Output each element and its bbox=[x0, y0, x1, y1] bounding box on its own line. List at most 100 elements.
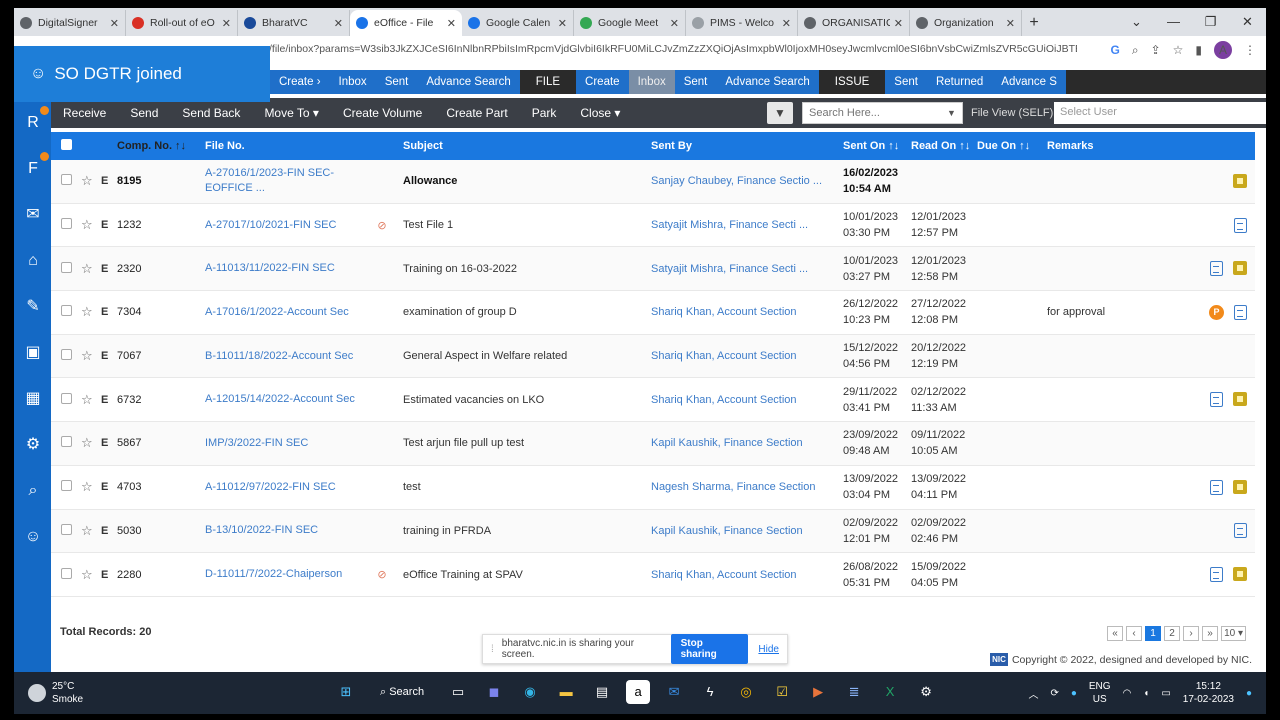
tab-close-icon[interactable]: ✕ bbox=[110, 17, 119, 30]
row-checkbox[interactable] bbox=[51, 261, 81, 276]
pager-button[interactable]: » bbox=[1202, 626, 1219, 641]
folder-icon[interactable] bbox=[1233, 174, 1247, 189]
toolbar-action-button[interactable]: Move To ▾ bbox=[252, 98, 331, 128]
sent-by[interactable]: Sanjay Chaubey, Finance Sectio ... bbox=[645, 175, 837, 187]
toolbar-action-button[interactable]: Close ▾ bbox=[568, 98, 632, 128]
sent-by[interactable]: Shariq Khan, Account Section bbox=[645, 569, 837, 581]
document-icon[interactable] bbox=[1210, 261, 1223, 277]
nav-item[interactable]: Returned bbox=[926, 70, 993, 94]
tab-close-icon[interactable]: ✕ bbox=[558, 17, 567, 30]
store-icon[interactable]: ▤ bbox=[590, 680, 614, 704]
table-row[interactable]: ☆ E 5867 IMP/3/2022-FIN SEC Test arjun file … bbox=[51, 422, 1255, 466]
row-checkbox[interactable] bbox=[51, 436, 81, 450]
sent-by[interactable]: Satyajit Mishra, Finance Secti ... bbox=[645, 219, 837, 231]
tab-close-icon[interactable]: ✕ bbox=[894, 17, 903, 30]
select-all-checkbox[interactable] bbox=[51, 139, 81, 153]
chevron-up-icon[interactable]: ︿ bbox=[1028, 686, 1038, 701]
nav-item[interactable]: Advance S bbox=[992, 70, 1066, 94]
taskbar-search[interactable]: ⌕ Search bbox=[370, 680, 434, 704]
task-view-icon[interactable]: ▭ bbox=[446, 680, 470, 704]
hide-link[interactable]: Hide bbox=[758, 644, 779, 655]
subject[interactable]: eOffice Training at SPAV bbox=[397, 569, 645, 581]
close-window-button[interactable]: ✕ bbox=[1229, 8, 1266, 36]
folder-icon[interactable] bbox=[1233, 479, 1247, 494]
star-icon[interactable]: ☆ bbox=[81, 261, 101, 277]
notepad-icon[interactable]: ≣ bbox=[842, 680, 866, 704]
browser-tab[interactable]: Google Calen ✕ bbox=[462, 10, 574, 36]
nav-item[interactable]: Advance Search bbox=[417, 70, 520, 94]
sent-by[interactable]: Kapil Kaushik, Finance Section bbox=[645, 525, 837, 537]
row-checkbox[interactable] bbox=[51, 349, 81, 363]
zoom-icon[interactable]: ⌕ bbox=[1132, 43, 1139, 58]
header-due-on[interactable]: Due On ↑↓ bbox=[977, 140, 1043, 152]
browser-tab[interactable]: eOffice - File ✕ bbox=[350, 10, 462, 36]
new-tab-button[interactable]: + bbox=[1022, 10, 1046, 36]
star-icon[interactable]: ☆ bbox=[81, 304, 101, 320]
report-icon[interactable]: ▦ bbox=[20, 386, 46, 412]
document-icon[interactable] bbox=[1210, 392, 1223, 408]
folder-icon[interactable] bbox=[1233, 392, 1247, 407]
file-no-link[interactable]: A-27017/10/2021-FIN SEC bbox=[201, 218, 367, 233]
winamp-icon[interactable]: ϟ bbox=[698, 680, 722, 704]
toolbar-action-button[interactable]: Create Part bbox=[434, 98, 519, 128]
toolbar-action-button[interactable]: Send Back bbox=[170, 98, 252, 128]
volume-icon[interactable]: ◖ bbox=[1143, 688, 1149, 699]
nav-item[interactable]: Advance Search bbox=[716, 70, 819, 94]
notes-icon[interactable]: ✎ bbox=[20, 294, 46, 320]
user-settings-icon[interactable]: ☺ bbox=[20, 524, 46, 550]
table-row[interactable]: ☆ E 7304 A-17016/1/2022-Account Sec examinat… bbox=[51, 291, 1255, 335]
file-no-link[interactable]: A-11013/11/2022-FIN SEC bbox=[201, 261, 367, 276]
star-icon[interactable]: ☆ bbox=[81, 348, 101, 364]
folder-icon[interactable] bbox=[1233, 261, 1247, 276]
toolbar-action-button[interactable]: Send bbox=[118, 98, 170, 128]
nav-item[interactable]: Sent bbox=[885, 70, 927, 94]
document-icon[interactable] bbox=[1234, 523, 1247, 539]
amazon-icon[interactable]: a bbox=[626, 680, 651, 704]
notification-icon[interactable]: ● bbox=[1246, 688, 1252, 699]
bookmark-star-icon[interactable]: ☆ bbox=[1173, 43, 1184, 57]
table-row[interactable]: ☆ E 4703 A-11012/97/2022-FIN SEC test Nagesh … bbox=[51, 466, 1255, 510]
document-icon[interactable] bbox=[1210, 479, 1223, 495]
subject[interactable]: training in PFRDA bbox=[397, 525, 645, 537]
file-explorer-icon[interactable]: ▬ bbox=[554, 680, 578, 704]
notes-app-icon[interactable]: ☑ bbox=[770, 680, 794, 704]
mic-icon[interactable]: ● bbox=[1071, 688, 1077, 699]
profile-avatar[interactable]: A bbox=[1214, 41, 1232, 59]
minimize-button[interactable]: — bbox=[1155, 8, 1192, 36]
table-row[interactable]: ☆ E 5030 B-13/10/2022-FIN SEC training in PF… bbox=[51, 509, 1255, 554]
search-input[interactable] bbox=[809, 107, 947, 119]
wifi-icon[interactable]: ◠ bbox=[1123, 688, 1132, 699]
settings-gear-icon[interactable]: ⚙ bbox=[20, 432, 46, 458]
subject[interactable]: Allowance bbox=[397, 175, 645, 187]
pager-button[interactable]: 2 bbox=[1164, 626, 1181, 641]
file-view-label[interactable]: File View (SELF) bbox=[971, 107, 1053, 119]
language-primary[interactable]: ENG bbox=[1089, 680, 1111, 693]
header-sent-on[interactable]: Sent On ↑↓ bbox=[837, 138, 907, 154]
file-no-link[interactable]: B-11011/18/2022-Account Sec bbox=[201, 349, 367, 364]
row-checkbox[interactable] bbox=[51, 174, 81, 188]
file-no-link[interactable]: IMP/3/2022-FIN SEC bbox=[201, 436, 367, 451]
row-checkbox[interactable] bbox=[51, 480, 81, 494]
file-no-link[interactable]: A-17016/1/2022-Account Sec bbox=[201, 305, 367, 320]
pager-button[interactable]: 1 bbox=[1145, 626, 1162, 641]
sent-by[interactable]: Shariq Khan, Account Section bbox=[645, 306, 837, 318]
subject[interactable]: Training on 16-03-2022 bbox=[397, 263, 645, 275]
sent-by[interactable]: Shariq Khan, Account Section bbox=[645, 394, 837, 406]
pager-button[interactable]: 10 ▾ bbox=[1221, 626, 1246, 641]
file-no-link[interactable]: A-12015/14/2022-Account Sec bbox=[201, 392, 367, 407]
browser-tab[interactable]: Organization ✕ bbox=[910, 10, 1022, 36]
file-no-link[interactable]: A-11012/97/2022-FIN SEC bbox=[201, 480, 367, 495]
language-secondary[interactable]: US bbox=[1089, 693, 1111, 706]
tab-close-icon[interactable]: ✕ bbox=[447, 17, 456, 30]
powerpoint-icon[interactable]: ▶ bbox=[806, 680, 830, 704]
file-no-link[interactable]: B-13/10/2022-FIN SEC bbox=[201, 523, 367, 538]
file-no-link[interactable]: D-11011/7/2022-Chaiperson bbox=[201, 567, 367, 582]
nav-item[interactable]: Inbox bbox=[329, 70, 376, 94]
sync-icon[interactable]: ⟳ bbox=[1050, 688, 1058, 699]
table-row[interactable]: ☆ E 8195 A-27016/1/2023-FIN SEC-EOFFICE ...… bbox=[51, 160, 1255, 204]
url-text[interactable]: /file/inbox?params=W3sib3JkZXJCeSI6InNlb… bbox=[269, 43, 1077, 55]
tab-close-icon[interactable]: ✕ bbox=[670, 17, 679, 30]
mail-icon[interactable]: ✉ bbox=[20, 202, 46, 228]
tab-search-icon[interactable]: ⌄ bbox=[1118, 8, 1155, 36]
tab-close-icon[interactable]: ✕ bbox=[222, 17, 231, 30]
